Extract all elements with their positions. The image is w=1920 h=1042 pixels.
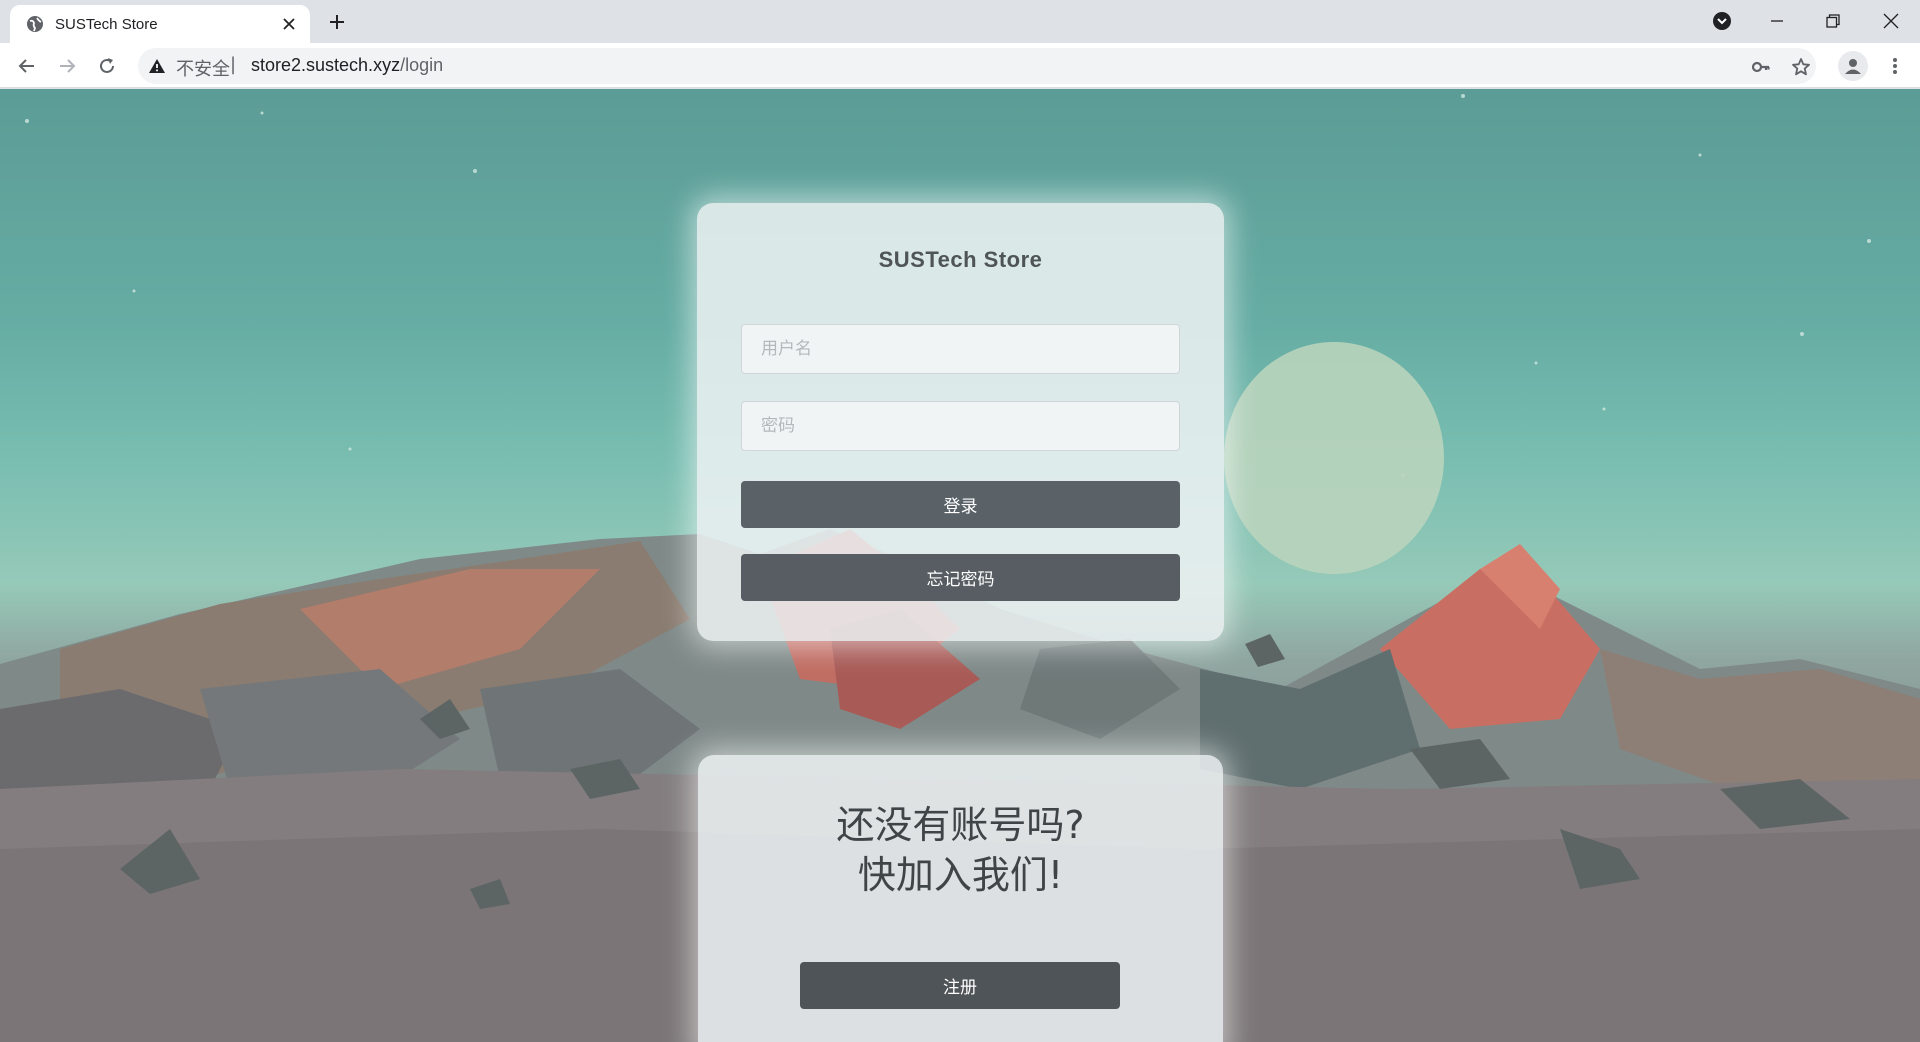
moon-shape — [1224, 342, 1444, 574]
forgot-password-button[interactable]: 忘记密码 — [741, 554, 1180, 601]
tab-title: SUSTech Store — [55, 15, 158, 33]
login-card: SUSTech Store 登录 忘记密码 — [697, 203, 1224, 641]
page-title: SUSTech Store — [878, 247, 1043, 272]
signup-prompt-line1: 还没有账号吗? — [836, 803, 1085, 847]
password-input[interactable] — [741, 401, 1180, 451]
globe-icon — [25, 14, 45, 34]
login-button[interactable]: 登录 — [741, 481, 1180, 528]
username-input[interactable] — [741, 324, 1180, 374]
page-viewport: SUSTech Store 登录 忘记密码 还没有账号吗? 快加入我们! 注册 — [0, 89, 1920, 1042]
key-icon[interactable] — [1750, 56, 1772, 78]
address-bar[interactable]: 不安全 | store2.sustech.xyz/login — [138, 48, 1816, 84]
plus-icon[interactable] — [324, 9, 350, 35]
back-icon[interactable] — [12, 51, 42, 81]
signup-button[interactable]: 注册 — [800, 962, 1120, 1009]
signup-prompt: 还没有账号吗? 快加入我们! — [698, 800, 1223, 900]
browser-tab[interactable]: SUSTech Store — [10, 5, 310, 43]
star-icon[interactable] — [1790, 56, 1812, 78]
signup-card: 还没有账号吗? 快加入我们! 注册 — [698, 755, 1223, 1042]
menu-icon[interactable] — [1880, 51, 1910, 81]
close-icon[interactable] — [278, 13, 300, 35]
reload-icon[interactable] — [92, 51, 122, 81]
signup-prompt-line2: 快加入我们! — [857, 853, 1064, 897]
warning-icon[interactable] — [148, 57, 166, 75]
browser-toolbar: 不安全 | store2.sustech.xyz/login — [0, 43, 1920, 88]
restore-icon[interactable] — [1818, 6, 1848, 36]
profile-icon[interactable] — [1838, 51, 1868, 81]
url-text[interactable]: store2.sustech.xyz/login — [251, 55, 443, 76]
minimize-icon[interactable] — [1762, 6, 1792, 36]
url-separator: | — [230, 54, 237, 75]
tab-search-icon[interactable] — [1707, 6, 1737, 36]
url-path: /login — [400, 55, 444, 75]
close-window-icon[interactable] — [1876, 6, 1906, 36]
security-label[interactable]: 不安全 — [176, 55, 230, 81]
url-host: store2.sustech.xyz — [251, 55, 401, 75]
tab-strip: SUSTech Store — [0, 0, 1920, 43]
forward-icon[interactable] — [52, 51, 82, 81]
